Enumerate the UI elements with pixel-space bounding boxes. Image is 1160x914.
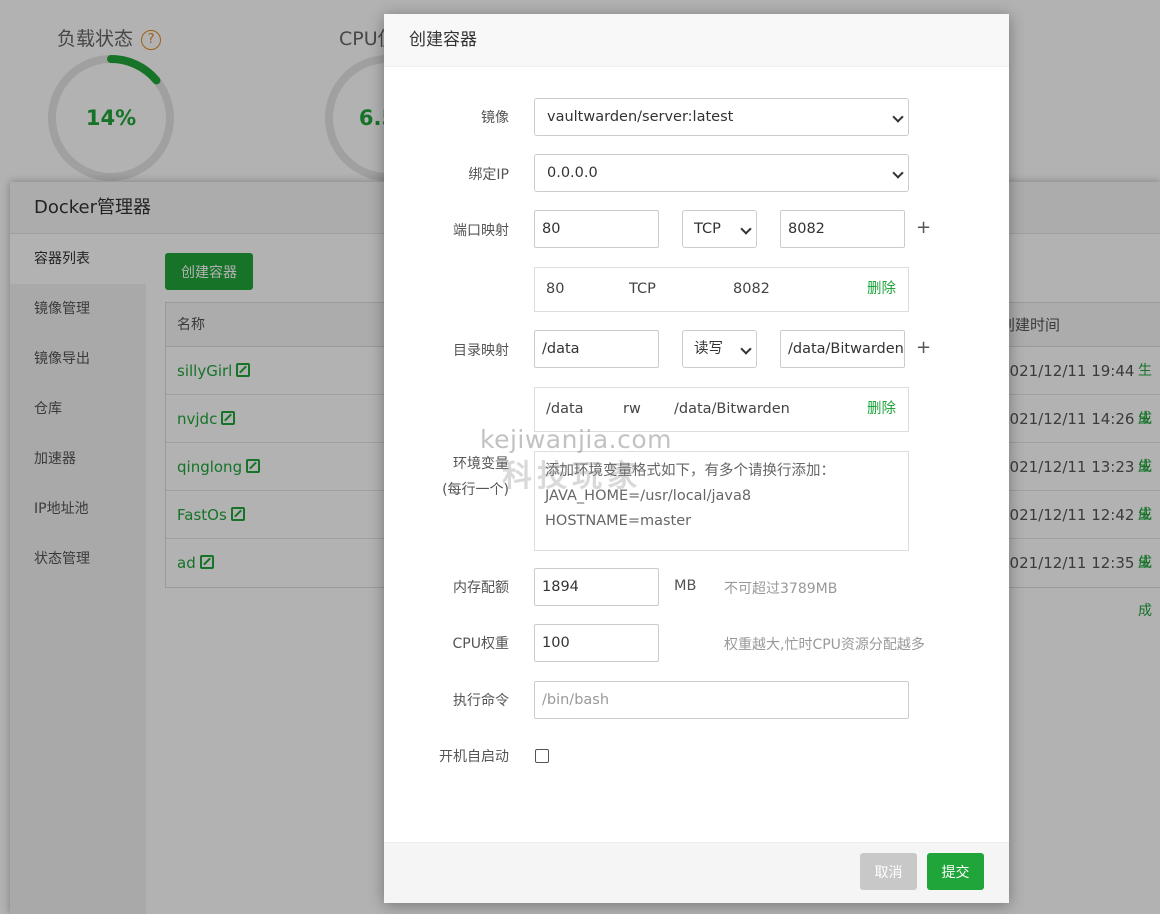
delete-dir-link[interactable]: 删除 [867,388,896,431]
cpu-weight-input[interactable]: 100 [534,624,659,662]
port-mapping-row: 80 TCP 8082 删除 [534,267,909,312]
chevron-down-icon [740,223,752,235]
chevron-down-icon [740,343,752,355]
delete-port-link[interactable]: 删除 [867,268,896,311]
protocol-select[interactable]: TCP [682,210,757,248]
add-dir-icon[interactable]: + [916,338,931,358]
env-label: 环境变量 [453,456,509,472]
command-input[interactable]: /bin/bash [534,681,909,719]
submit-button[interactable]: 提交 [927,853,984,890]
dir-mode-select[interactable]: 读写 [682,330,757,368]
watermark-domain: kejiwanjia.com [480,425,673,454]
bind-ip-select[interactable]: 0.0.0.0 [534,154,909,192]
host-port-input[interactable]: 8082 [780,210,905,248]
cpu-weight-label: CPU权重 [452,636,509,652]
chevron-down-icon [892,111,904,123]
chevron-down-icon [892,167,904,179]
cancel-button[interactable]: 取消 [860,853,917,890]
port-mapping-label: 端口映射 [453,223,509,239]
image-label: 镜像 [481,110,509,126]
memory-label: 内存配额 [453,580,509,596]
create-container-dialog: 创建容器 镜像 vaultwarden/server:latest 绑定IP 0… [384,14,1009,903]
memory-hint: 不可超过3789MB [724,581,838,597]
image-select[interactable]: vaultwarden/server:latest [534,98,909,136]
command-label: 执行命令 [453,693,509,709]
dir-mapping-label: 目录映射 [453,343,509,359]
autostart-label: 开机自启动 [439,749,509,765]
dialog-footer: 取消 提交 [384,842,1009,903]
bind-ip-label: 绑定IP [468,167,509,183]
cpu-weight-hint: 权重越大,忙时CPU资源分配越多 [724,637,925,653]
add-port-icon[interactable]: + [916,218,931,238]
autostart-checkbox[interactable] [535,749,549,763]
watermark-brand: 科技玩家 [502,459,642,494]
host-dir-input[interactable]: /data [534,330,659,368]
memory-input[interactable]: 1894 [534,568,659,606]
memory-unit: MB [674,578,697,594]
container-dir-input[interactable]: /data/Bitwarden [780,330,905,368]
dialog-title: 创建容器 [384,14,1009,67]
container-port-input[interactable]: 80 [534,210,659,248]
env-sublabel: (每行一个) [442,482,509,498]
